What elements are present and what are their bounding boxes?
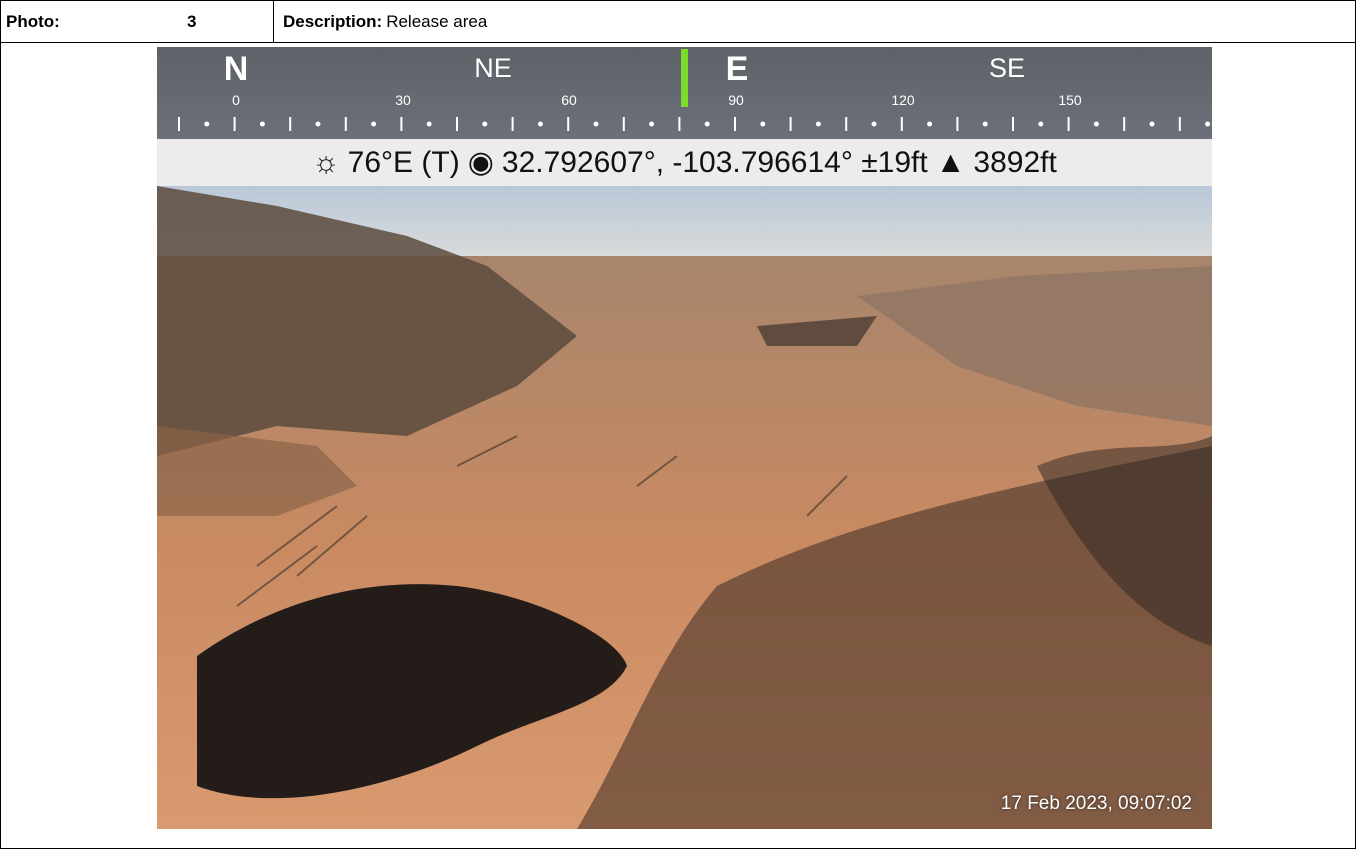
compass-northeast: NE <box>474 53 512 83</box>
compass-dot <box>1205 121 1211 127</box>
photo-label: Photo: <box>6 11 60 31</box>
compass-dot <box>815 121 821 127</box>
compass-dot <box>704 121 710 127</box>
compass-dot <box>1093 121 1099 127</box>
compass-dot <box>760 121 766 127</box>
degree-label: 120 <box>891 92 915 108</box>
compass-dot <box>1038 121 1044 127</box>
compass-dot <box>482 121 488 127</box>
compass-north: N <box>223 50 249 88</box>
compass-dot <box>537 121 543 127</box>
compass-dot <box>204 121 210 127</box>
header-row: Photo: 3 Description: Release area <box>1 1 1355 43</box>
description-label: Description: <box>283 11 383 31</box>
degree-label: 60 <box>561 92 577 108</box>
compass-dot <box>426 121 432 127</box>
photo-number: 3 <box>151 1 274 42</box>
description-cell: Description: Release area <box>274 1 1355 42</box>
sun-icon: ☼ <box>312 145 340 179</box>
site-photo: N NE E SE 0 30 60 90 120 150 ☼ 76°E (T) … <box>157 47 1212 829</box>
elevation-value: 3892ft <box>973 145 1057 179</box>
compass-dot <box>982 121 988 127</box>
compass-dot <box>315 121 321 127</box>
compass-dot <box>649 121 655 127</box>
photo-timestamp: 17 Feb 2023, 09:07:02 <box>1000 793 1192 814</box>
compass-dot <box>927 121 933 127</box>
compass-dot <box>371 121 377 127</box>
degree-label: 90 <box>728 92 744 108</box>
degree-label: 150 <box>1058 92 1082 108</box>
description-value: Release area <box>386 11 488 31</box>
compass-ticks <box>178 117 1211 131</box>
compass-dot <box>593 121 599 127</box>
elevation-triangle-icon: ▲ <box>935 145 966 179</box>
compass-east: E <box>725 50 749 88</box>
gps-info-bar: ☼ 76°E (T) ◉ 32.792607°, -103.796614° ±1… <box>157 139 1212 186</box>
compass-dot <box>1149 121 1155 127</box>
compass-bar: N NE E SE 0 30 60 90 120 150 <box>157 47 1212 139</box>
compass-dot <box>871 121 877 127</box>
location-dot-icon: ◉ <box>467 146 494 179</box>
compass-dot <box>259 121 265 127</box>
heading-value: 76°E (T) <box>347 145 460 179</box>
degree-label: 30 <box>395 92 411 108</box>
heading-needle <box>681 49 688 107</box>
coordinates-value: 32.792607°, -103.796614° ±19ft <box>501 145 928 179</box>
degree-label: 0 <box>232 92 240 108</box>
compass-southeast: SE <box>988 53 1026 83</box>
dune-landscape-image <box>157 186 1212 829</box>
